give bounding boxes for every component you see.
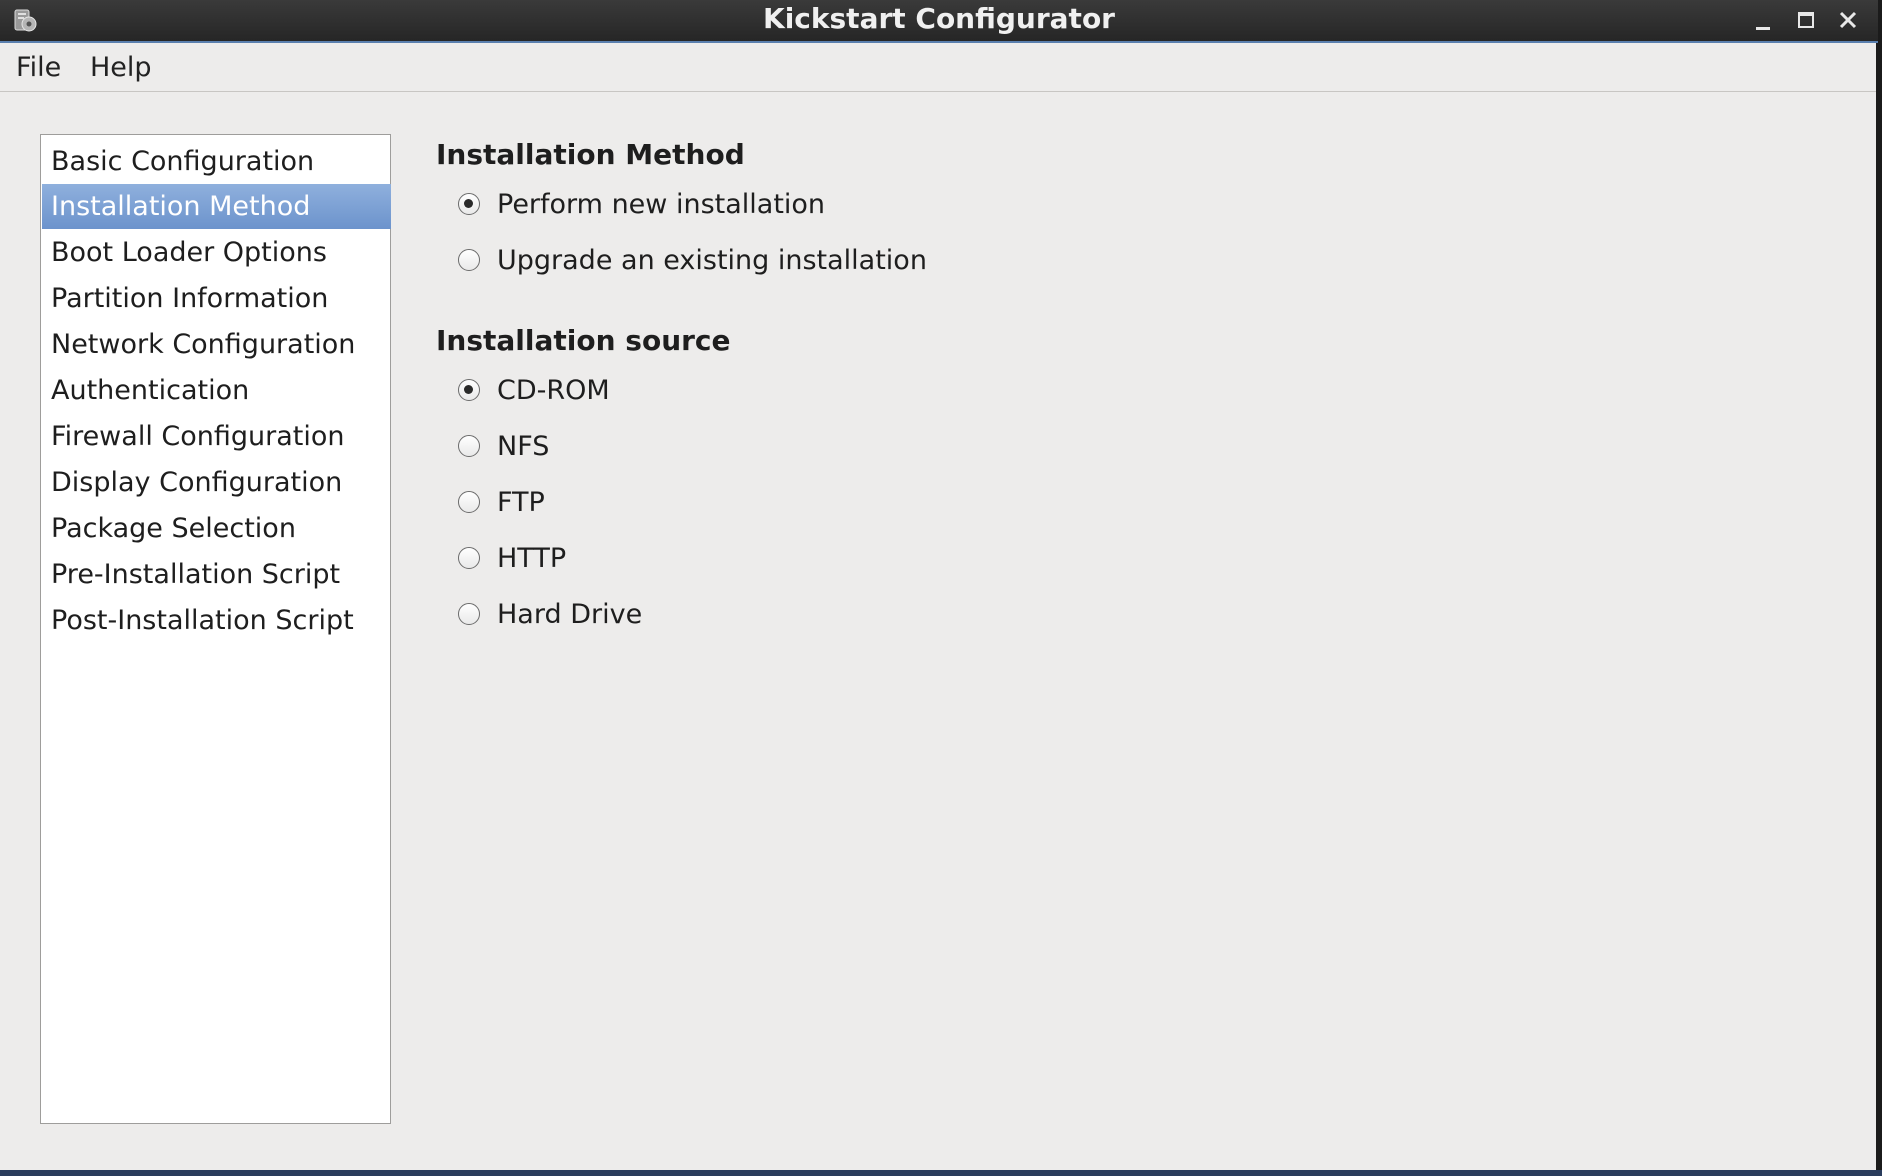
radio-label: Upgrade an existing installation	[497, 245, 927, 276]
sidebar-item-network-configuration[interactable]: Network Configuration	[42, 322, 391, 367]
sidebar-item-boot-loader-options[interactable]: Boot Loader Options	[42, 230, 391, 275]
radio-button-icon[interactable]	[458, 491, 480, 513]
sidebar-item-post-installation-script[interactable]: Post-Installation Script	[42, 598, 391, 643]
menu-bar: File Help	[0, 43, 1878, 92]
window-right-edge	[1876, 43, 1882, 1176]
sidebar-item-basic-configuration[interactable]: Basic Configuration	[42, 139, 391, 184]
section-list: Basic Configuration Installation Method …	[40, 134, 391, 1124]
installation-source-heading: Installation source	[436, 324, 731, 357]
app-window: Kickstart Configurator File Help Basic C…	[0, 0, 1878, 1170]
minimize-icon[interactable]	[1747, 5, 1779, 35]
radio-label: Perform new installation	[497, 189, 826, 220]
menu-file[interactable]: File	[16, 43, 61, 91]
menu-help[interactable]: Help	[90, 43, 152, 91]
radio-button-icon[interactable]	[458, 193, 480, 215]
sidebar-item-firewall-configuration[interactable]: Firewall Configuration	[42, 414, 391, 459]
radio-button-icon[interactable]	[458, 379, 480, 401]
sidebar-item-pre-installation-script[interactable]: Pre-Installation Script	[42, 552, 391, 597]
sidebar-item-package-selection[interactable]: Package Selection	[42, 506, 391, 551]
radio-selected-dot	[464, 199, 473, 208]
sidebar-item-display-configuration[interactable]: Display Configuration	[42, 460, 391, 505]
radio-button-icon[interactable]	[458, 435, 480, 457]
close-icon[interactable]	[1832, 5, 1864, 35]
radio-button-icon[interactable]	[458, 249, 480, 271]
radio-label: HTTP	[497, 543, 567, 574]
window-title: Kickstart Configurator	[763, 2, 1115, 35]
radio-label: NFS	[497, 431, 550, 462]
radio-label: Hard Drive	[497, 599, 643, 630]
radio-button-icon[interactable]	[458, 547, 480, 569]
radio-label: CD-ROM	[497, 375, 610, 406]
installation-method-heading: Installation Method	[436, 138, 745, 171]
radio-label: FTP	[497, 487, 545, 518]
desktop-bottom-edge	[0, 1170, 1882, 1176]
radio-selected-dot	[464, 385, 473, 394]
maximize-icon[interactable]	[1790, 5, 1822, 35]
radio-button-icon[interactable]	[458, 603, 480, 625]
sidebar-item-authentication[interactable]: Authentication	[42, 368, 391, 413]
sidebar-item-partition-information[interactable]: Partition Information	[42, 276, 391, 321]
title-bar[interactable]: Kickstart Configurator	[0, 0, 1878, 43]
sidebar-item-installation-method[interactable]: Installation Method	[42, 184, 391, 229]
